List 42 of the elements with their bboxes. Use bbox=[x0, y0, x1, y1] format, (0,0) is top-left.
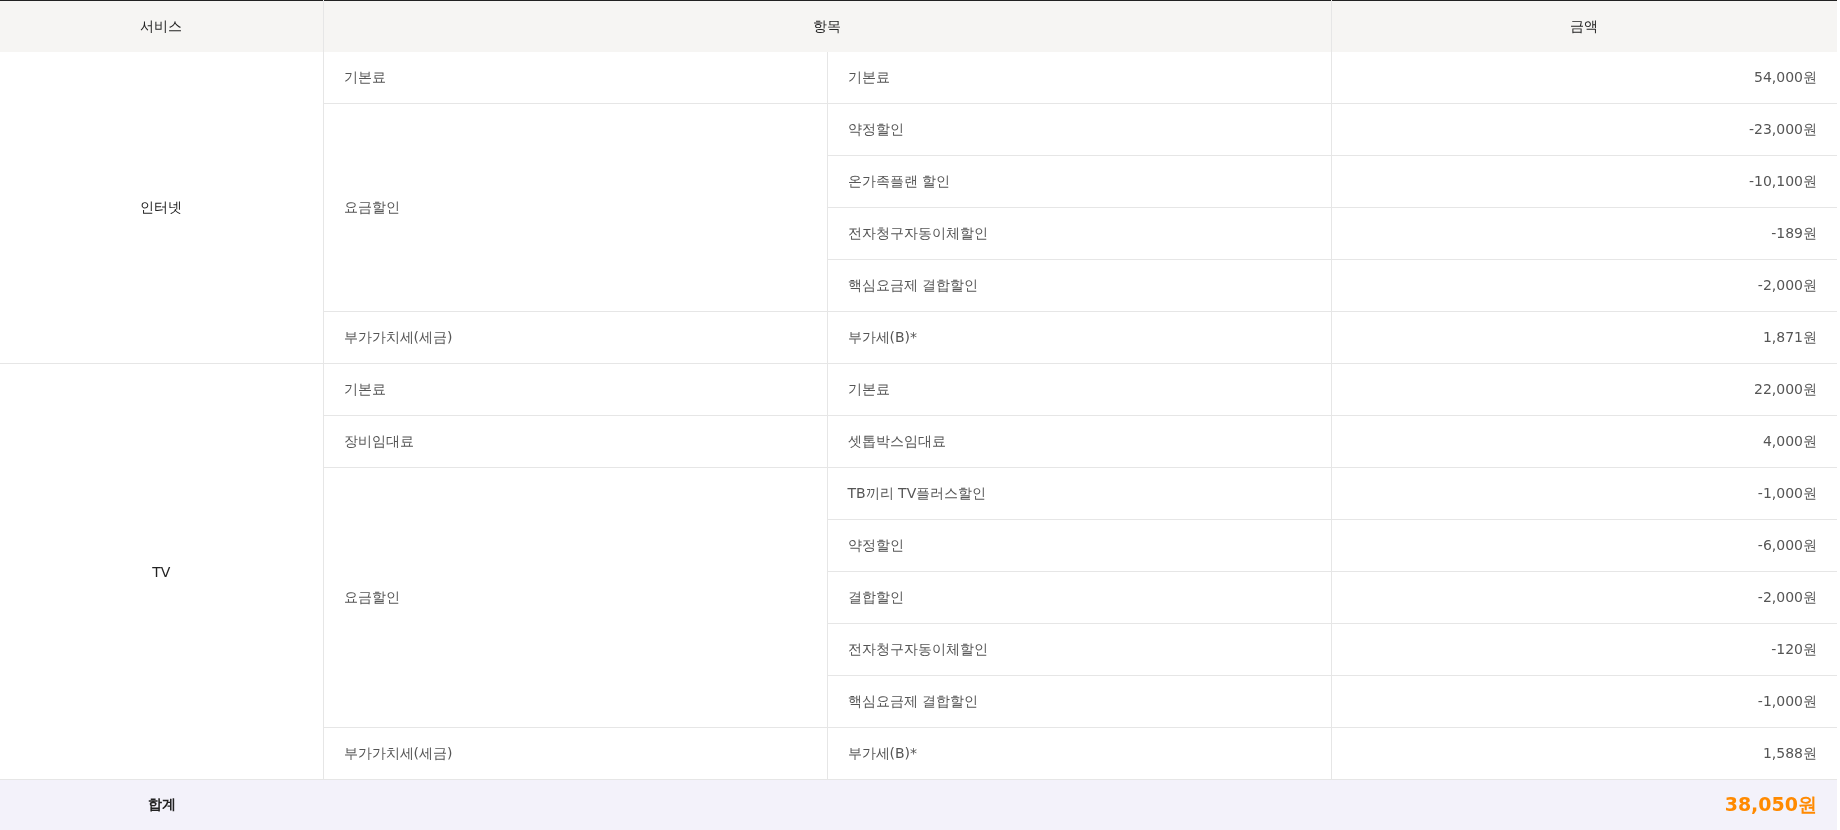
amount-cell: -23,000원 bbox=[1331, 103, 1837, 156]
amount-cell: -6,000원 bbox=[1331, 519, 1837, 572]
column-header: 서비스 bbox=[0, 0, 323, 52]
item-cell: 셋톱박스임대료 bbox=[827, 415, 1331, 468]
service-cell: 인터넷 bbox=[0, 52, 323, 364]
category-cell: 요금할인 bbox=[323, 467, 827, 728]
amount-cell: -1,000원 bbox=[1331, 467, 1837, 520]
item-cell: 핵심요금제 결합할인 bbox=[827, 259, 1331, 312]
category-cell: 요금할인 bbox=[323, 103, 827, 312]
total-label: 합계 bbox=[0, 779, 323, 830]
item-cell: 부가세(B)* bbox=[827, 727, 1331, 780]
item-cell: 부가세(B)* bbox=[827, 311, 1331, 364]
item-cell: 기본료 bbox=[827, 52, 1331, 104]
category-cell: 부가가치세(세금) bbox=[323, 311, 827, 364]
amount-cell: -10,100원 bbox=[1331, 155, 1837, 208]
item-cell: 핵심요금제 결합할인 bbox=[827, 675, 1331, 728]
amount-cell: 4,000원 bbox=[1331, 415, 1837, 468]
category-cell: 장비임대료 bbox=[323, 415, 827, 468]
item-cell: TB끼리 TV플러스할인 bbox=[827, 467, 1331, 520]
amount-cell: -2,000원 bbox=[1331, 571, 1837, 624]
item-cell: 온가족플랜 할인 bbox=[827, 155, 1331, 208]
item-cell: 전자청구자동이체할인 bbox=[827, 207, 1331, 260]
amount-cell: 1,871원 bbox=[1331, 311, 1837, 364]
item-cell: 약정할인 bbox=[827, 519, 1331, 572]
item-cell: 기본료 bbox=[827, 363, 1331, 416]
amount-cell: 22,000원 bbox=[1331, 363, 1837, 416]
category-cell: 부가가치세(세금) bbox=[323, 727, 827, 780]
item-cell: 약정할인 bbox=[827, 103, 1331, 156]
item-cell: 결합할인 bbox=[827, 571, 1331, 624]
amount-cell: -1,000원 bbox=[1331, 675, 1837, 728]
amount-cell: 54,000원 bbox=[1331, 52, 1837, 104]
item-cell: 전자청구자동이체할인 bbox=[827, 623, 1331, 676]
category-cell: 기본료 bbox=[323, 52, 827, 104]
amount-cell: -120원 bbox=[1331, 623, 1837, 676]
amount-cell: 1,588원 bbox=[1331, 727, 1837, 780]
service-cell: TV bbox=[0, 363, 323, 780]
amount-cell: -2,000원 bbox=[1331, 259, 1837, 312]
column-header: 금액 bbox=[1331, 0, 1837, 52]
column-header: 항목 bbox=[323, 0, 1331, 52]
category-cell: 기본료 bbox=[323, 363, 827, 416]
amount-cell: -189원 bbox=[1331, 207, 1837, 260]
total-amount: 38,050원 bbox=[323, 779, 1837, 830]
